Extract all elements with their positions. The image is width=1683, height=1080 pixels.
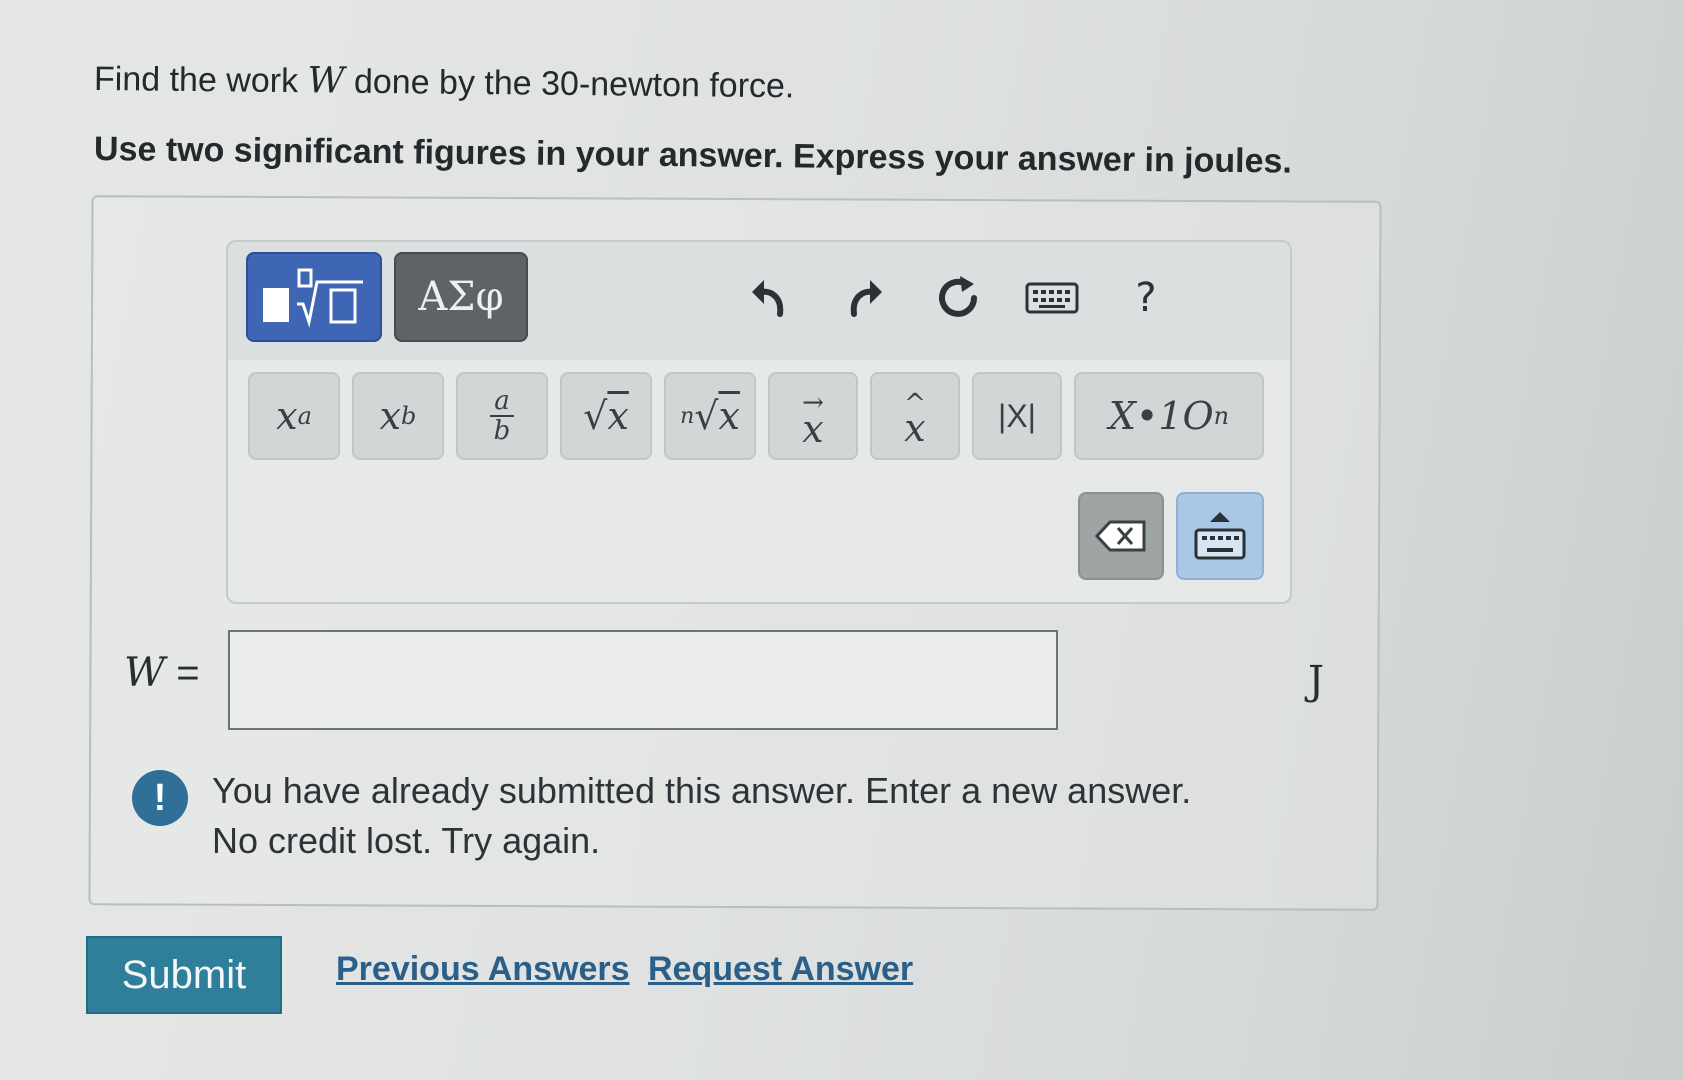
superscript-button[interactable]: xa [248,372,340,460]
answer-label: W = [124,650,200,696]
keyboard-toggle-button[interactable] [1176,492,1264,580]
keyboard-up-icon [1194,512,1246,560]
sci-notation-button[interactable]: X•1O n [1074,372,1264,460]
warning-line-1: You have already submitted this answer. … [212,770,1192,811]
templates-icon [263,268,363,328]
warning-line-2: No credit lost. Try again. [212,820,601,861]
help-icon: ? [1135,275,1157,321]
templates-button[interactable] [246,252,382,342]
nth-root-button[interactable]: n √ x [664,372,756,460]
delete-button[interactable] [1078,492,1164,580]
redo-icon[interactable] [836,270,892,326]
question-variable: W [307,60,345,102]
help-button[interactable]: ? [1118,270,1174,326]
warning-icon: ! [132,770,188,826]
warning-icon-glyph: ! [153,776,167,819]
unit-label: J [1308,658,1325,704]
question-text: Find the work W done by the 30-newton fo… [94,58,795,106]
fraction-button[interactable]: ab [456,372,548,460]
question-prefix: Find the work [93,60,308,101]
warning-message: You have already submitted this answer. … [212,766,1191,866]
previous-answers-link[interactable]: Previous Answers [336,950,630,989]
question-suffix: done by the 30-newton force. [344,62,795,106]
sqrt-button[interactable]: √ x [560,372,652,460]
subscript-button[interactable]: xb [352,372,444,460]
keyboard-icon[interactable] [1024,270,1080,326]
instruction-text: Use two significant figures in your answ… [93,130,1293,181]
reset-icon[interactable] [930,270,986,326]
answer-equals: = [165,651,200,695]
greek-symbols-button[interactable]: ΑΣφ [394,252,528,342]
unit-vector-button[interactable]: ^ x [870,372,960,460]
abs-button[interactable]: |X| [972,372,1062,460]
greek-symbols-label: ΑΣφ [418,274,504,320]
math-toolbar: ΑΣφ ? xa xb ab √ x n √ x → x ^ x |X| X•1O n [226,240,1292,604]
answer-input[interactable] [228,630,1058,730]
submit-button[interactable]: Submit [86,936,282,1014]
backspace-icon [1094,520,1146,552]
request-answer-link[interactable]: Request Answer [648,950,913,989]
undo-icon[interactable] [742,270,798,326]
answer-variable: W [124,650,166,696]
vector-button[interactable]: → x [768,372,858,460]
